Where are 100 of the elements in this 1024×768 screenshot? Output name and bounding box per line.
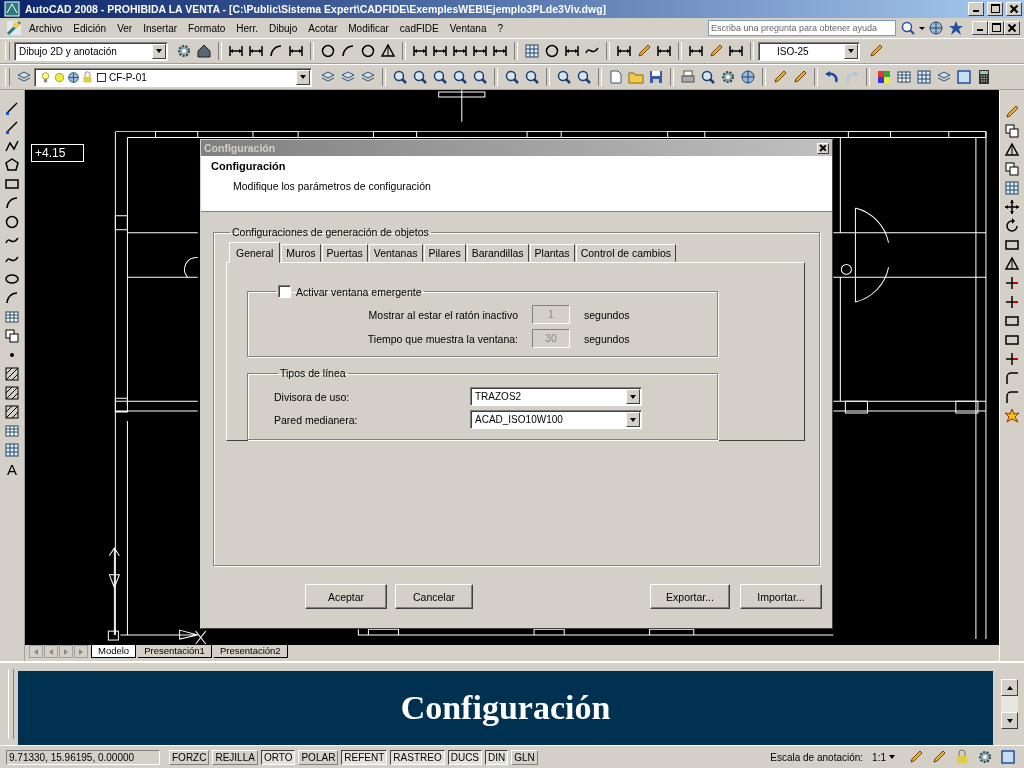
magnifier-icon[interactable] xyxy=(452,69,468,85)
minimize-button[interactable] xyxy=(968,2,984,16)
minimize-button[interactable] xyxy=(972,21,988,35)
magnifier-icon[interactable] xyxy=(472,69,488,85)
app-logo-icon[interactable] xyxy=(4,1,20,17)
help-search-field[interactable]: Escriba una pregunta para obtener ayuda xyxy=(708,20,896,36)
menu-item[interactable]: Herr. xyxy=(231,22,264,34)
calculator-icon[interactable] xyxy=(976,69,992,85)
table-icon[interactable] xyxy=(4,309,20,325)
house-icon[interactable] xyxy=(196,43,212,59)
grid-icon[interactable] xyxy=(4,442,20,458)
corner-icon[interactable] xyxy=(1004,370,1020,386)
tab[interactable]: General xyxy=(229,242,281,263)
copy-icon[interactable] xyxy=(1004,161,1020,177)
text-tool[interactable]: A xyxy=(7,461,17,479)
copy-icon[interactable] xyxy=(1004,123,1020,139)
dimension-icon[interactable] xyxy=(228,43,244,59)
ellipse-icon[interactable] xyxy=(4,271,20,287)
rotate-icon[interactable] xyxy=(1004,218,1020,234)
move-arrows-icon[interactable] xyxy=(1004,199,1020,215)
drafting-toggle[interactable]: GLN xyxy=(511,749,538,765)
grid-icon[interactable] xyxy=(524,43,540,59)
drafting-toggle[interactable]: ORTO xyxy=(260,749,296,765)
hatch-icon[interactable] xyxy=(4,366,20,382)
dimension-icon[interactable] xyxy=(288,43,304,59)
menu-item[interactable]: cadFIDE xyxy=(394,22,445,34)
menu-item[interactable]: Dibujo xyxy=(264,22,304,34)
magnifier-icon[interactable] xyxy=(700,69,716,85)
dimension-icon[interactable] xyxy=(412,43,428,59)
drafting-toggle[interactable]: DUCS xyxy=(447,749,483,765)
pencil-icon[interactable] xyxy=(1004,104,1020,120)
arc-icon[interactable] xyxy=(4,290,20,306)
layout-tab[interactable]: Presentación1 xyxy=(138,645,212,658)
magnifier-icon[interactable] xyxy=(576,69,592,85)
pencil-icon[interactable] xyxy=(636,43,652,59)
window-icon[interactable] xyxy=(956,69,972,85)
undo-arrow-icon[interactable] xyxy=(824,69,840,85)
arc-icon[interactable] xyxy=(4,195,20,211)
pencil-icon[interactable] xyxy=(708,43,724,59)
magnifier-icon[interactable] xyxy=(432,69,448,85)
gear-icon[interactable] xyxy=(720,69,736,85)
tab[interactable]: Muros xyxy=(281,244,321,262)
dimension-icon[interactable] xyxy=(728,43,744,59)
drafting-toggle[interactable]: REFENT xyxy=(341,749,388,765)
drafting-toggle[interactable]: POLAR xyxy=(298,749,339,765)
pencil-icon[interactable] xyxy=(931,749,947,765)
drafting-toggle[interactable]: FORZC xyxy=(169,749,210,765)
dialog-button[interactable]: Exportar... xyxy=(650,584,730,609)
polygon-icon[interactable] xyxy=(4,157,20,173)
dialog-button[interactable]: Importar... xyxy=(740,584,822,609)
dialog-button[interactable]: Aceptar xyxy=(305,584,387,609)
trim-icon[interactable] xyxy=(1004,351,1020,367)
table-icon[interactable] xyxy=(4,423,20,439)
dimension-icon[interactable] xyxy=(432,43,448,59)
linetype-dropdown[interactable]: ACAD_ISO10W100 xyxy=(470,410,642,429)
dimension-icon[interactable] xyxy=(688,43,704,59)
globe-icon[interactable] xyxy=(928,20,944,36)
checkbox[interactable] xyxy=(278,285,291,298)
rectangle-icon[interactable] xyxy=(1004,313,1020,329)
menu-item[interactable]: Acotar xyxy=(303,22,344,34)
annotation-scale-dropdown[interactable]: 1:1 xyxy=(872,751,895,763)
magnifier-icon[interactable] xyxy=(524,69,540,85)
menu-item[interactable]: Archivo xyxy=(24,22,69,34)
circle-icon[interactable] xyxy=(320,43,336,59)
grid-icon[interactable] xyxy=(1004,180,1020,196)
line-icon[interactable] xyxy=(4,100,20,116)
dimension-icon[interactable] xyxy=(248,43,264,59)
star-icon[interactable] xyxy=(948,20,964,36)
dimension-icon[interactable] xyxy=(452,43,468,59)
palette-icon[interactable] xyxy=(876,69,892,85)
triangle-icon[interactable] xyxy=(380,43,396,59)
tab[interactable]: Pilares xyxy=(423,244,466,262)
trim-icon[interactable] xyxy=(1004,294,1020,310)
magnifier-icon[interactable] xyxy=(412,69,428,85)
linetype-dropdown[interactable]: TRAZOS2 xyxy=(470,387,642,406)
dimension-icon[interactable] xyxy=(656,43,672,59)
globe-icon[interactable] xyxy=(740,69,756,85)
tab[interactable]: Barandillas xyxy=(466,244,529,262)
table-icon[interactable] xyxy=(896,69,912,85)
circle-icon[interactable] xyxy=(544,43,560,59)
pencil-icon[interactable] xyxy=(908,749,924,765)
circle-icon[interactable] xyxy=(4,214,20,230)
polyline-icon[interactable] xyxy=(4,138,20,154)
rectangle-icon[interactable] xyxy=(1004,332,1020,348)
workspace-dropdown[interactable]: Dibujo 2D y anotación xyxy=(14,41,168,61)
tab[interactable]: Ventanas xyxy=(368,244,423,262)
maximize-button[interactable] xyxy=(987,2,1003,16)
drafting-toggle[interactable]: DIN xyxy=(485,749,509,765)
magnifier-icon[interactable] xyxy=(556,69,572,85)
pencil-icon[interactable] xyxy=(868,43,884,59)
magnifier-icon[interactable] xyxy=(392,69,408,85)
drafting-toggle[interactable]: REJILLA xyxy=(212,749,258,765)
hatch-icon[interactable] xyxy=(4,404,20,420)
restore-button[interactable] xyxy=(988,21,1004,35)
grid-icon[interactable] xyxy=(916,69,932,85)
menu-item[interactable]: Insertar xyxy=(138,22,184,34)
trim-icon[interactable] xyxy=(1004,275,1020,291)
line-icon[interactable] xyxy=(4,119,20,135)
dimension-icon[interactable] xyxy=(564,43,580,59)
hatch-icon[interactable] xyxy=(4,385,20,401)
